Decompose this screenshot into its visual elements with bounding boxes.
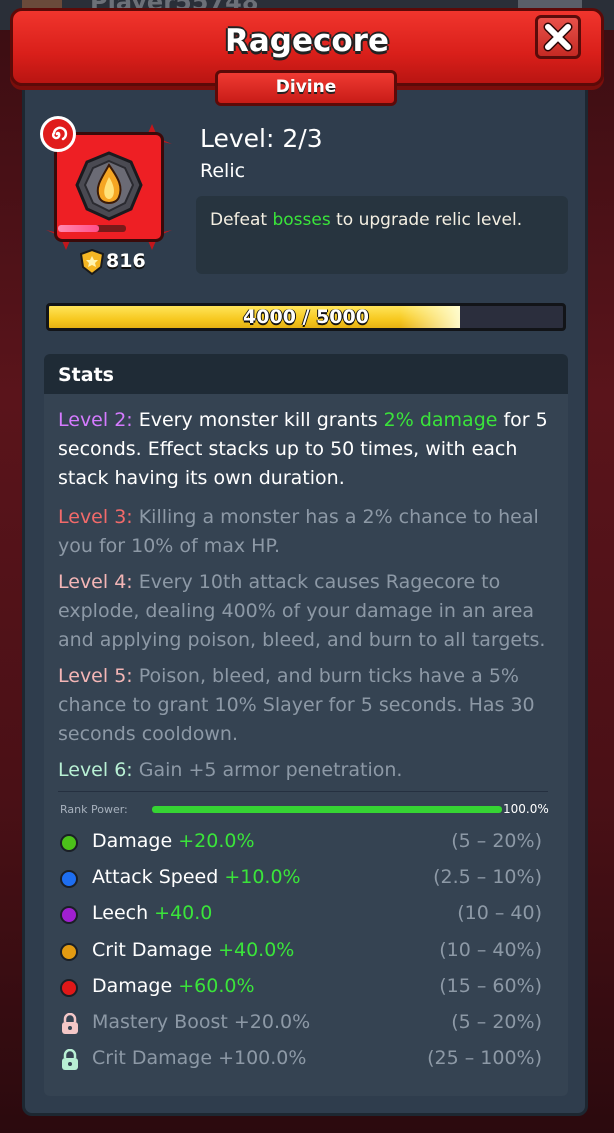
- hint-highlight: bosses: [272, 210, 331, 230]
- power-value: 816: [106, 250, 146, 272]
- stats-divider: [58, 791, 548, 792]
- stat-range: (5 – 20%): [451, 830, 542, 852]
- rank-power-bar: [152, 806, 502, 813]
- item-level-progress: [58, 225, 126, 232]
- close-icon: [543, 22, 573, 52]
- stat-range: (5 – 20%): [451, 1011, 542, 1033]
- lock-icon: [62, 1049, 78, 1070]
- stat-name: Crit Damage +40.0%: [92, 939, 295, 961]
- lock-icon: [62, 1013, 78, 1034]
- stat-name: Crit Damage +100.0%: [92, 1047, 307, 1069]
- stats-title: Stats: [58, 364, 114, 386]
- stats-header: Stats: [44, 354, 568, 394]
- stat-value: +20.0%: [178, 830, 255, 852]
- stat-color-dot: [60, 979, 78, 997]
- stat-value: +60.0%: [178, 975, 255, 997]
- level-3-effect: Level 3: Killing a monster has a 2% chan…: [58, 506, 539, 557]
- item-level: Level: 2/3: [200, 124, 323, 153]
- stat-color-dot: [60, 943, 78, 961]
- level-4-effect: Level 4: Every 10th attack causes Rageco…: [58, 571, 546, 651]
- item-level-progress-fill: [58, 225, 99, 232]
- stat-row: Crit Damage +100.0% (25 – 100%): [58, 1045, 548, 1075]
- stat-value: +100.0%: [218, 1047, 307, 1069]
- stat-row: Attack Speed +10.0% (2.5 – 10%): [58, 864, 548, 894]
- upgrade-hint: Defeat bosses to upgrade relic level.: [210, 210, 523, 230]
- stat-row: Damage +20.0% (5 – 20%): [58, 828, 548, 858]
- close-button[interactable]: [535, 15, 581, 59]
- rarity-badge: Divine: [215, 70, 397, 106]
- stat-range: (2.5 – 10%): [433, 866, 542, 888]
- power-shield-icon: [80, 249, 104, 275]
- stat-range: (15 – 60%): [439, 975, 542, 997]
- stat-name: Damage +60.0%: [92, 975, 255, 997]
- stat-value: +40.0: [154, 902, 213, 924]
- stat-range: (10 – 40): [457, 902, 542, 924]
- level-2-effect: Level 2: Every monster kill grants 2% da…: [58, 409, 548, 489]
- xp-progress-label: 4000 / 5000: [243, 306, 369, 328]
- stat-color-dot: [60, 906, 78, 924]
- stat-name: Mastery Boost +20.0%: [92, 1011, 311, 1033]
- level-6-effect: Level 6: Gain +5 armor penetration.: [58, 759, 403, 781]
- stat-range: (10 – 40%): [439, 939, 542, 961]
- stat-row: Leech +40.0 (10 – 40): [58, 900, 548, 930]
- stat-range: (25 – 100%): [427, 1047, 542, 1069]
- stat-value: +10.0%: [224, 866, 301, 888]
- stat-color-dot: [60, 834, 78, 852]
- stat-name: Leech +40.0: [92, 902, 213, 924]
- relic-badge: [40, 116, 76, 152]
- stat-value: +40.0%: [218, 939, 295, 961]
- stat-row: Damage +60.0% (15 – 60%): [58, 973, 548, 1003]
- stat-row: Mastery Boost +20.0% (5 – 20%): [58, 1009, 548, 1039]
- xp-progress-bar: 4000 / 5000: [46, 303, 566, 331]
- flame-stone-icon: [75, 151, 143, 221]
- upgrade-hint-box: Defeat bosses to upgrade relic level.: [196, 196, 568, 274]
- rank-power-fill: [152, 806, 502, 813]
- stat-name: Attack Speed +10.0%: [92, 866, 301, 888]
- rank-power-label: Rank Power:: [60, 803, 128, 816]
- item-title: Ragecore: [225, 23, 389, 59]
- stat-name: Damage +20.0%: [92, 830, 255, 852]
- stat-color-dot: [60, 870, 78, 888]
- stat-row: Crit Damage +40.0% (10 – 40%): [58, 937, 548, 967]
- item-type: Relic: [200, 160, 246, 182]
- stat-value: +20.0%: [233, 1011, 311, 1033]
- rank-power-value: 100.0%: [503, 802, 549, 816]
- spiral-icon: [51, 126, 68, 141]
- level-5-effect: Level 5: Poison, bleed, and burn ticks h…: [58, 665, 535, 745]
